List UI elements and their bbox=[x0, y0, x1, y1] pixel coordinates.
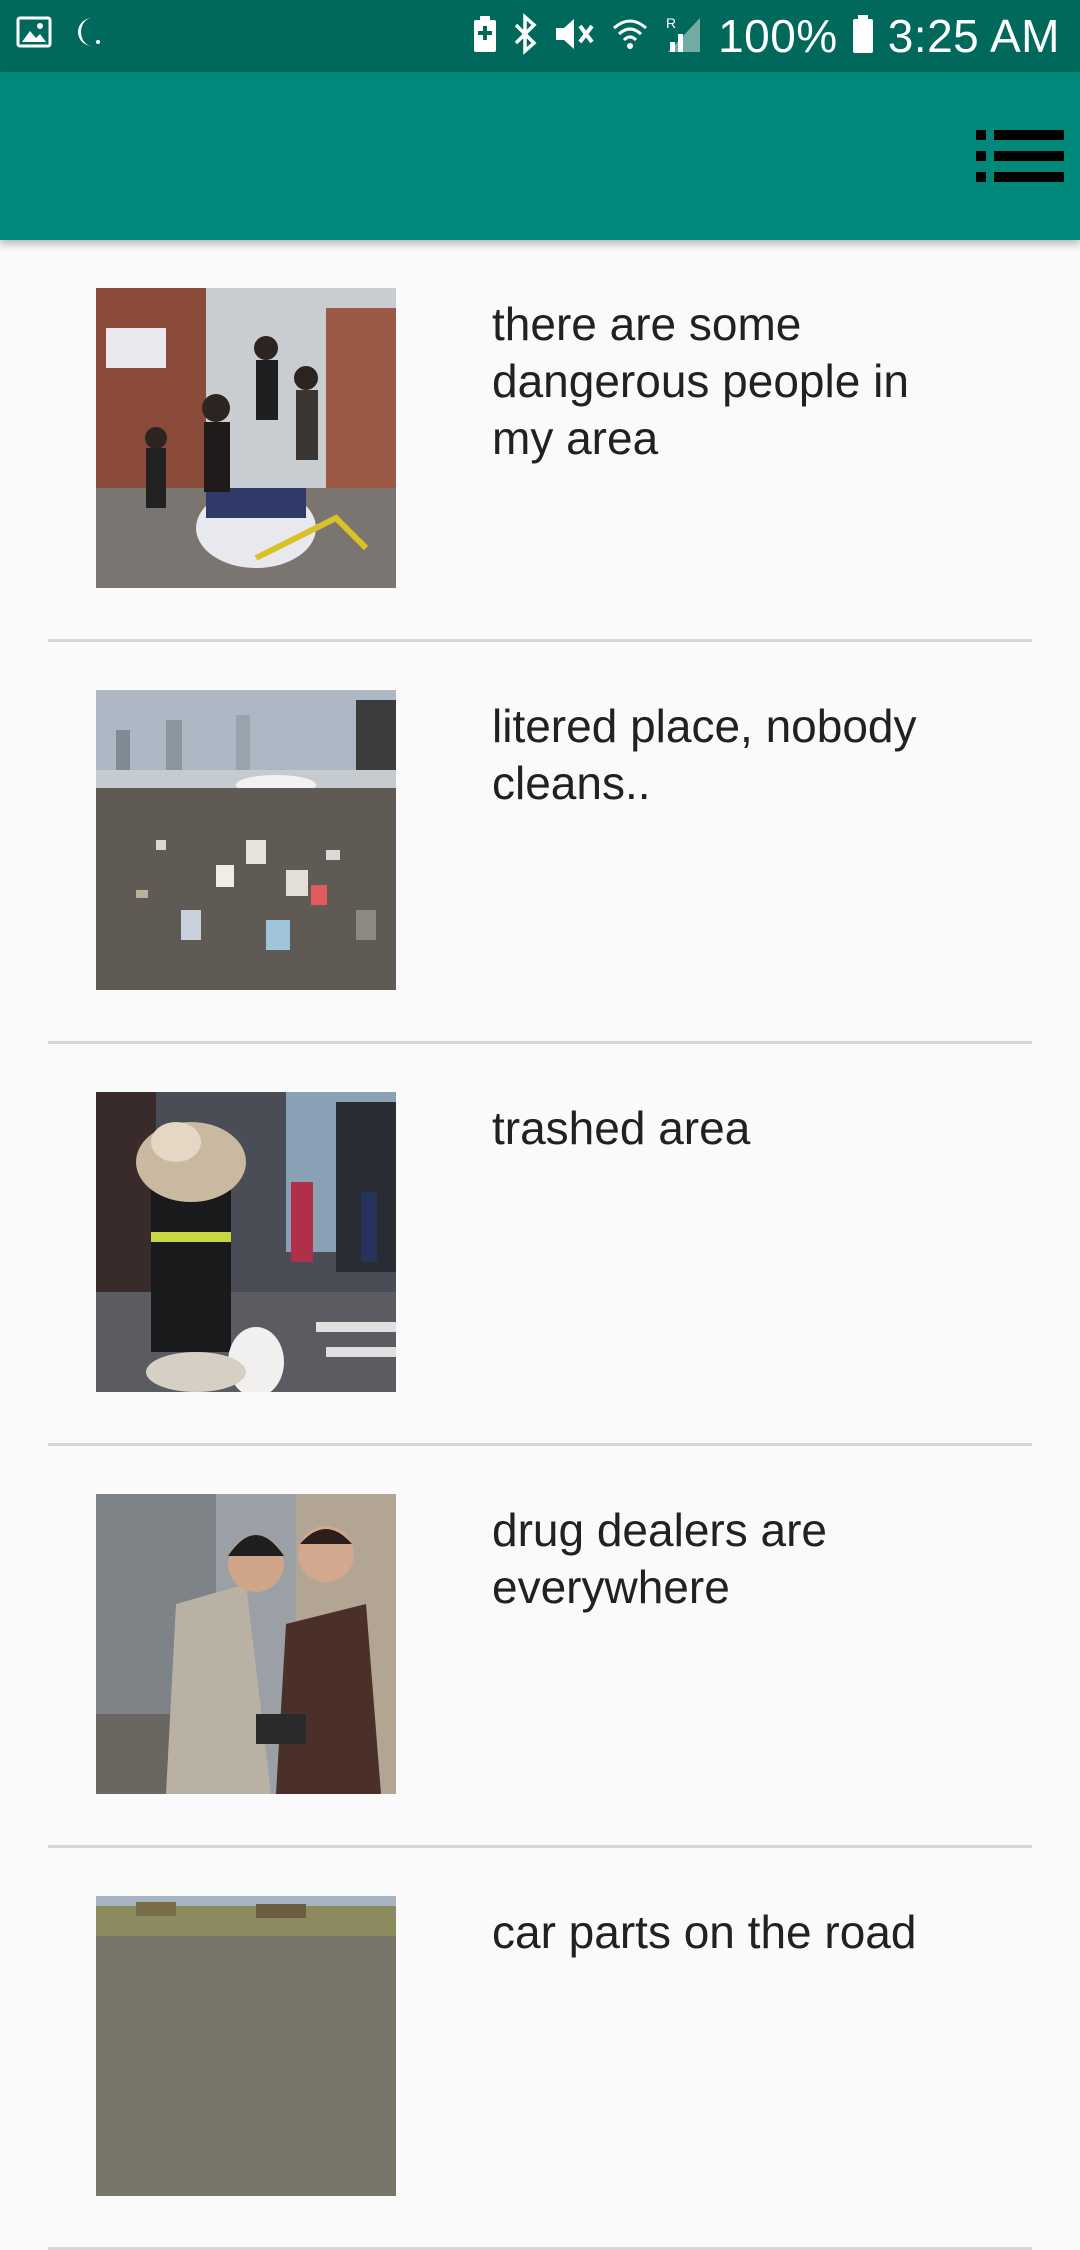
list-item[interactable]: there are some dangerous people in my ar… bbox=[48, 240, 1032, 642]
wifi-icon bbox=[610, 14, 650, 59]
status-bar: R 100% 3:25 AM bbox=[0, 0, 1080, 72]
bluetooth-icon bbox=[512, 12, 538, 60]
report-text: car parts on the road bbox=[492, 1906, 917, 1958]
list-item[interactable]: car parts on the road bbox=[48, 1848, 1032, 2250]
app-bar bbox=[0, 72, 1080, 240]
roadside-car-parts-photo bbox=[96, 1896, 396, 2196]
list-menu-button[interactable] bbox=[974, 128, 1066, 184]
report-list: there are some dangerous people in my ar… bbox=[0, 240, 1080, 2250]
littered-harbor-photo bbox=[96, 690, 396, 990]
list-item[interactable]: trashed area bbox=[48, 1044, 1032, 1446]
list-item[interactable]: drug dealers are everywhere bbox=[48, 1446, 1032, 1848]
battery-percent: 100% bbox=[718, 10, 838, 62]
clock: 3:25 AM bbox=[887, 10, 1060, 62]
svg-text:R: R bbox=[666, 15, 676, 31]
gallery-icon bbox=[16, 14, 52, 55]
report-text: drug dealers are everywhere bbox=[492, 1504, 827, 1613]
moon-icon bbox=[74, 14, 104, 55]
battery-icon bbox=[852, 14, 874, 59]
list-item[interactable]: litered place, nobody cleans.. bbox=[48, 642, 1032, 1044]
list-menu-icon bbox=[974, 130, 1066, 188]
report-text: trashed area bbox=[492, 1102, 751, 1154]
signal-icon: R bbox=[664, 14, 704, 59]
street-crowd-police-car-photo bbox=[96, 288, 396, 588]
report-text: there are some dangerous people in my ar… bbox=[492, 298, 909, 464]
overflowing-trash-bin-street-photo bbox=[96, 1092, 396, 1392]
report-text: litered place, nobody cleans.. bbox=[492, 700, 917, 809]
battery-saver-icon bbox=[472, 14, 498, 59]
vibrate-off-icon bbox=[552, 14, 596, 59]
two-men-alley-photo bbox=[96, 1494, 396, 1794]
